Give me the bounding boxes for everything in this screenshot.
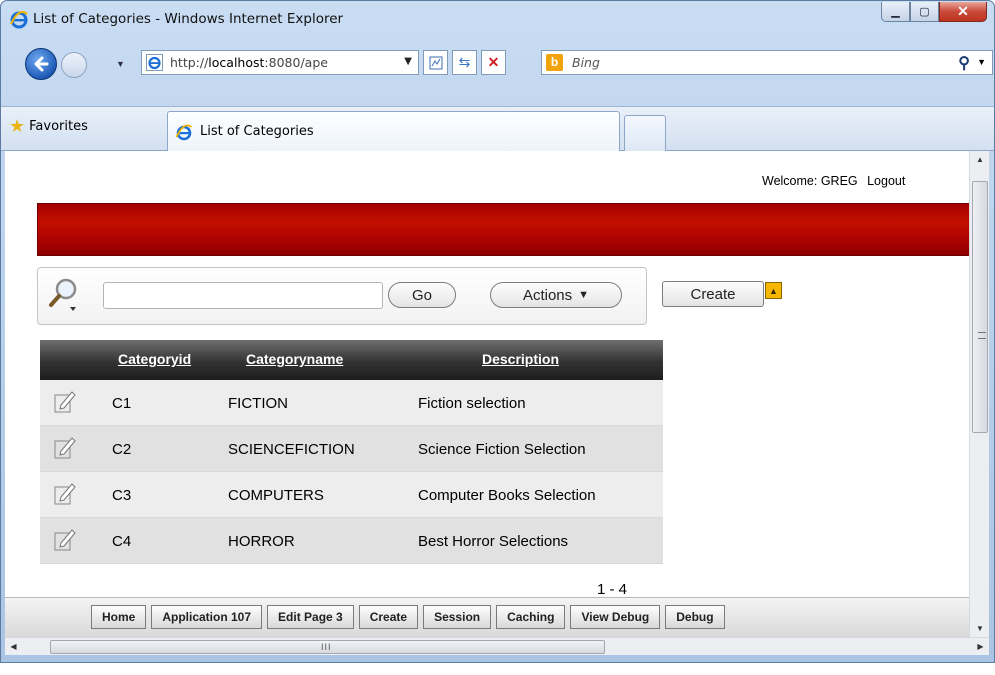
dev-session-button[interactable]: Session xyxy=(423,605,492,629)
report-header: Categoryid Categoryname Description xyxy=(40,340,663,380)
horizontal-scrollbar[interactable]: ◀ III ▶ xyxy=(5,637,989,655)
cell-categoryname: COMPUTERS xyxy=(228,487,324,504)
ie-tab-icon xyxy=(175,124,193,141)
address-dropdown-icon[interactable]: ▼ xyxy=(404,56,412,67)
dev-edit-page-button[interactable]: Edit Page 3 xyxy=(267,605,354,629)
welcome-text: Welcome: GREG xyxy=(762,174,858,188)
title-bar: List of Categories - Windows Internet Ex… xyxy=(1,1,994,37)
window-title: List of Categories - Windows Internet Ex… xyxy=(33,11,344,27)
logout-link[interactable]: Logout xyxy=(867,174,905,188)
back-button[interactable] xyxy=(25,48,57,80)
compatibility-view-icon[interactable] xyxy=(423,50,448,75)
tab-list-of-categories[interactable]: List of Categories xyxy=(167,111,620,151)
scroll-left-icon[interactable]: ◀ xyxy=(5,638,22,656)
tab-label: List of Categories xyxy=(200,124,314,139)
page-favicon-icon xyxy=(146,54,163,71)
search-toolbar: Go Actions ▼ xyxy=(37,267,647,325)
scroll-up-icon[interactable]: ▲ xyxy=(970,151,990,168)
cell-description: Computer Books Selection xyxy=(418,487,596,504)
recent-pages-dropdown-icon[interactable]: ▼ xyxy=(116,59,125,69)
cell-categoryname: SCIENCEFICTION xyxy=(228,441,355,458)
star-icon: ★ xyxy=(9,116,26,137)
favorites-label: Favorites xyxy=(29,119,88,134)
favorites-bar: ★ Favorites List of Categories xyxy=(1,106,994,151)
welcome-area: Welcome: GREG Logout xyxy=(762,174,911,188)
vertical-scroll-thumb[interactable] xyxy=(972,181,988,433)
search-input[interactable] xyxy=(103,282,383,309)
go-button[interactable]: Go xyxy=(388,282,456,308)
edit-pencil-icon[interactable] xyxy=(54,389,76,413)
cell-description: Fiction selection xyxy=(418,395,526,412)
search-placeholder: Bing xyxy=(572,55,600,70)
dev-application-button[interactable]: Application 107 xyxy=(151,605,263,629)
address-bar[interactable]: http://localhost:8080/ape ▼ xyxy=(141,50,419,75)
cell-categoryid: C2 xyxy=(112,441,132,458)
cell-categoryname: FICTION xyxy=(228,395,288,412)
cell-categoryid: C4 xyxy=(112,533,132,550)
maximize-button[interactable]: ▢ xyxy=(910,2,939,22)
edit-pencil-icon[interactable] xyxy=(54,435,76,459)
dev-debug-button[interactable]: Debug xyxy=(665,605,725,629)
magnifier-icon[interactable] xyxy=(46,276,82,316)
dev-view-debug-button[interactable]: View Debug xyxy=(570,605,661,629)
collapse-up-icon[interactable]: ▲ xyxy=(765,282,782,299)
pagination-text: 1 - 4 xyxy=(597,581,628,598)
address-url: http://localhost:8080/ape xyxy=(170,55,328,70)
back-arrow-icon xyxy=(34,56,49,72)
table-row: C4 HORROR Best Horror Selections xyxy=(40,518,663,564)
search-icon[interactable]: ⚲ xyxy=(958,53,970,73)
create-button[interactable]: Create xyxy=(662,281,764,307)
cell-categoryname: HORROR xyxy=(228,533,295,550)
scroll-down-icon[interactable]: ▼ xyxy=(970,620,990,637)
header-banner xyxy=(37,203,969,256)
column-header-description[interactable]: Description xyxy=(482,351,559,367)
search-box[interactable]: b Bing ⚲ ▼ xyxy=(541,50,993,75)
developer-toolbar: Home Application 107 Edit Page 3 Create … xyxy=(5,597,969,637)
page-content: Welcome: GREG Logout Go Actions ▼ Create … xyxy=(5,151,969,637)
ie-logo-icon xyxy=(10,11,28,29)
table-row: C2 SCIENCEFICTION Science Fiction Select… xyxy=(40,426,663,472)
dev-home-button[interactable]: Home xyxy=(91,605,147,629)
new-tab-button[interactable] xyxy=(624,115,666,151)
bing-logo-icon: b xyxy=(546,54,563,71)
actions-menu-button[interactable]: Actions ▼ xyxy=(490,282,622,308)
cell-description: Science Fiction Selection xyxy=(418,441,586,458)
table-row: C3 COMPUTERS Computer Books Selection xyxy=(40,472,663,518)
cell-description: Best Horror Selections xyxy=(418,533,569,550)
table-row: C1 FICTION Fiction selection xyxy=(40,380,663,426)
chevron-down-icon: ▼ xyxy=(578,289,590,301)
horizontal-scroll-thumb[interactable]: III xyxy=(50,640,605,654)
minimize-button[interactable]: ▁ xyxy=(881,2,910,22)
close-button[interactable]: ✕ xyxy=(939,2,987,22)
vertical-scrollbar[interactable]: ▲ ▼ xyxy=(969,151,989,637)
edit-pencil-icon[interactable] xyxy=(54,527,76,551)
search-options-dropdown-icon[interactable]: ▼ xyxy=(977,57,986,67)
cell-categoryid: C3 xyxy=(112,487,132,504)
stop-icon[interactable]: ✕ xyxy=(481,50,506,75)
favorites-button[interactable]: ★ Favorites xyxy=(9,116,88,137)
categories-report: Categoryid Categoryname Description C1 F… xyxy=(40,340,663,564)
column-header-categoryname[interactable]: Categoryname xyxy=(246,351,343,367)
dev-caching-button[interactable]: Caching xyxy=(496,605,566,629)
edit-pencil-icon[interactable] xyxy=(54,481,76,505)
cell-categoryid: C1 xyxy=(112,395,132,412)
forward-button[interactable] xyxy=(61,52,87,78)
scroll-right-icon[interactable]: ▶ xyxy=(972,638,989,656)
refresh-icon[interactable]: ⇆ xyxy=(452,50,477,75)
column-header-categoryid[interactable]: Categoryid xyxy=(118,351,191,367)
dev-create-button[interactable]: Create xyxy=(358,605,419,629)
